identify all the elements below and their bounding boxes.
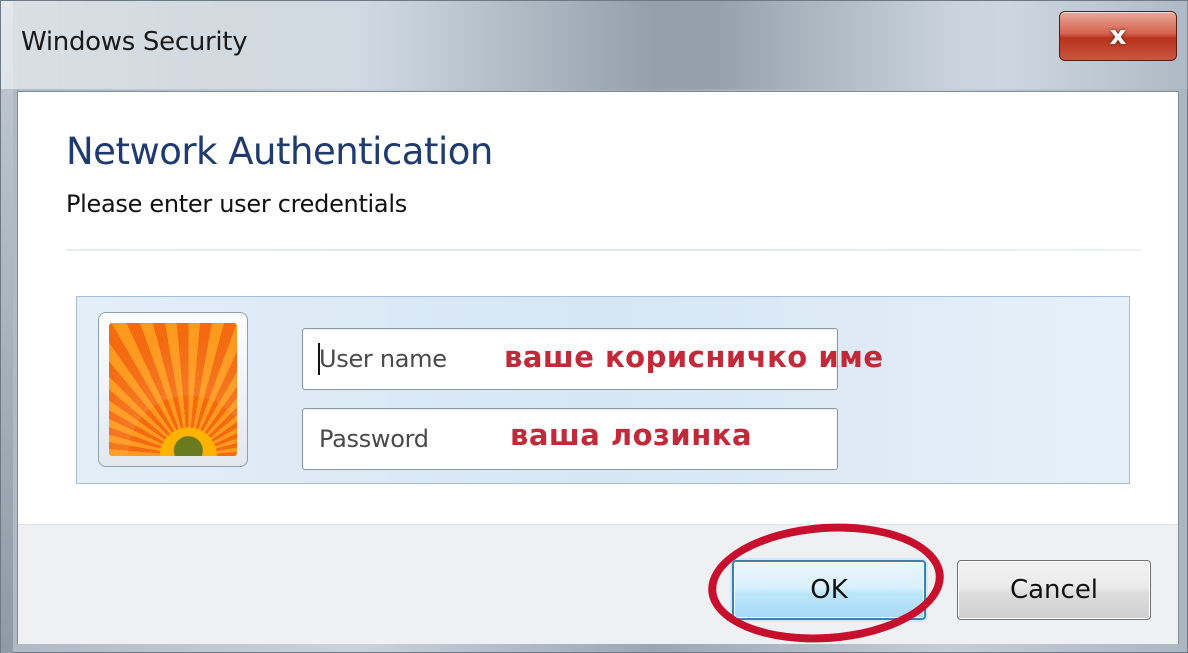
user-tile xyxy=(98,312,248,467)
cancel-button-label: Cancel xyxy=(1009,575,1099,605)
dialog-body: Network Authentication Please enter user… xyxy=(17,91,1179,651)
ok-button[interactable]: OK xyxy=(732,560,926,620)
title-bar[interactable]: Windows Security x xyxy=(1,1,1188,89)
close-button[interactable]: x xyxy=(1059,11,1177,61)
ok-button-label: OK xyxy=(810,575,848,605)
password-hint: ваша лозинка xyxy=(510,418,753,452)
close-icon: x xyxy=(1109,21,1127,51)
window-title: Windows Security xyxy=(21,27,248,57)
password-placeholder: Password xyxy=(319,425,429,453)
user-picture-icon xyxy=(109,323,237,456)
dialog-heading: Network Authentication xyxy=(66,130,493,173)
username-placeholder: User name xyxy=(319,345,447,373)
username-hint: ваше корисничко име xyxy=(504,340,884,374)
windows-security-dialog: Windows Security x Network Authenticatio… xyxy=(0,0,1188,653)
separator xyxy=(66,249,1142,251)
dialog-instruction: Please enter user credentials xyxy=(66,190,407,218)
cancel-button[interactable]: Cancel xyxy=(957,560,1151,620)
